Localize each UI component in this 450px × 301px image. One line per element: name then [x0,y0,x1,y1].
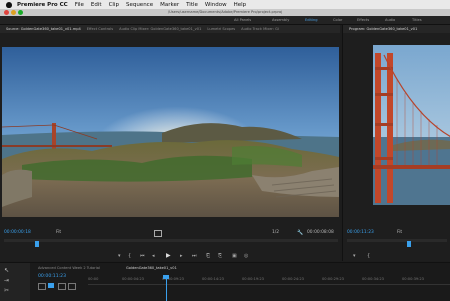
razor-tool-icon[interactable]: ✂ [4,287,9,294]
menu-file[interactable]: File [75,2,84,8]
workspace-audio[interactable]: Audio [385,17,395,23]
ruler-label: 00:00:24:23 [282,277,304,281]
source-tab-row: Source: GoldenGate360_take01_v01.mp4 Eff… [0,25,340,33]
menu-window[interactable]: Window [205,2,227,8]
workspace-assembly[interactable]: Assembly [272,17,289,23]
tab-lumetri-scopes[interactable]: Lumetri Scopes [207,27,235,31]
source-timecode-out: 00:00:08:08 [307,230,334,235]
source-time-ruler[interactable] [4,239,338,242]
snap-icon[interactable] [38,283,46,290]
workspaces-bar: All Panels Assembly Editing Color Effect… [0,16,450,25]
timeline-timecode[interactable]: 00:00:11:23 [38,274,66,279]
program-mark-out-icon[interactable]: { [367,253,370,259]
add-marker-icon[interactable] [58,283,66,290]
tab-audio-track-mixer[interactable]: Audio Track Mixer: Gi [241,27,279,31]
program-mark-in-icon[interactable]: ▾ [353,253,356,259]
source-video-frame[interactable] [2,47,339,217]
source-resolution-select[interactable]: 1/2 [272,230,279,235]
overwrite-icon[interactable]: ⎘ [218,253,222,259]
play-icon[interactable]: ▶ [166,252,171,259]
go-to-out-icon[interactable]: ⏭ [192,253,197,259]
workspace-editing[interactable]: Editing [305,17,318,23]
panorama-360-image [2,47,339,217]
step-back-icon[interactable]: ◂ [152,253,155,259]
source-monitor-panel: Source: GoldenGate360_take01_v01.mp4 Eff… [0,25,340,261]
program-playhead[interactable] [407,241,411,247]
ruler-label: 00:00:34:23 [362,277,384,281]
program-monitor-panel: Program: GoldenGate360_take01_v01 00:00:… [342,25,450,261]
track-select-icon[interactable]: ⇥ [4,277,9,284]
program-time-ruler[interactable] [347,239,447,242]
timeline-playhead[interactable] [166,276,167,301]
ruler-label: 00:00 [88,277,99,281]
golden-gate-image [373,45,450,205]
vr-video-icon[interactable]: ◎ [244,253,248,259]
workspace-titles[interactable]: Titles [412,17,422,23]
source-playhead[interactable] [35,241,39,247]
timeline-settings-icon[interactable] [68,283,76,290]
tab-source[interactable]: Source: GoldenGate360_take01_v01.mp4 [6,27,81,31]
ruler-label: 00:00:14:23 [202,277,224,281]
program-zoom-select[interactable]: Fit [397,230,402,235]
timeline-panel: ↖ ⇥ ✂ Advanced Content Week 2 Tutorial G… [0,262,450,301]
source-zoom-select[interactable]: Fit [56,230,61,235]
source-timecode-in[interactable]: 00:00:00:18 [4,230,31,235]
tab-sequence-goldengate[interactable]: GoldenGate360_take01_v01 [126,266,177,270]
tab-sequence-tutorial[interactable]: Advanced Content Week 2 Tutorial [38,266,100,270]
camera-icon[interactable]: ▣ [232,253,237,259]
menu-clip[interactable]: Clip [109,2,119,8]
menu-sequence[interactable]: Sequence [126,2,153,8]
timeline-playhead-handle[interactable] [163,275,169,279]
program-video-frame[interactable] [373,45,450,205]
menu-bar: Premiere Pro CC File Edit Clip Sequence … [0,0,450,9]
mark-out-icon[interactable]: { [128,253,131,259]
window-titlebar: /Users/username/Documents/Adobe/Premiere… [0,9,450,16]
workspace-all-panels[interactable]: All Panels [234,17,251,23]
menu-help[interactable]: Help [234,2,247,8]
program-tab-row: Program: GoldenGate360_take01_v01 [343,25,450,33]
tab-audio-clip-mixer[interactable]: Audio Clip Mixer: GoldenGate360_take01_v… [119,27,201,31]
menu-title[interactable]: Title [186,2,198,8]
window-title: /Users/username/Documents/Adobe/Premiere… [167,10,283,14]
step-forward-icon[interactable]: ▸ [180,253,183,259]
menu-edit[interactable]: Edit [91,2,102,8]
tools-panel: ↖ ⇥ ✂ [0,263,30,301]
tab-program[interactable]: Program: GoldenGate360_take01_v01 [349,27,417,31]
export-frame-icon[interactable] [154,230,162,237]
tab-effect-controls[interactable]: Effect Controls [87,27,113,31]
app-menu[interactable]: Premiere Pro CC [17,2,68,8]
wrench-icon[interactable]: 🔧 [297,230,303,236]
insert-icon[interactable]: ⎗ [206,253,210,259]
go-to-in-icon[interactable]: ⏮ [140,253,145,259]
workspace-effects[interactable]: Effects [357,17,369,23]
ruler-label: 00:00:29:23 [322,277,344,281]
ruler-label: 00:00:39:23 [402,277,424,281]
program-timecode[interactable]: 00:00:11:23 [347,230,374,235]
apple-icon[interactable] [6,1,12,8]
linked-selection-icon[interactable] [48,283,54,288]
ruler-label: 00:00:04:23 [122,277,144,281]
selection-tool-icon[interactable]: ↖ [4,267,9,274]
timeline-ruler[interactable]: 00:00 00:00:04:23 00:00:09:23 00:00:14:2… [88,276,450,285]
workspace-color[interactable]: Color [333,17,342,23]
ruler-label: 00:00:19:23 [242,277,264,281]
menu-marker[interactable]: Marker [160,2,179,8]
mark-in-icon[interactable]: ▾ [118,253,121,259]
